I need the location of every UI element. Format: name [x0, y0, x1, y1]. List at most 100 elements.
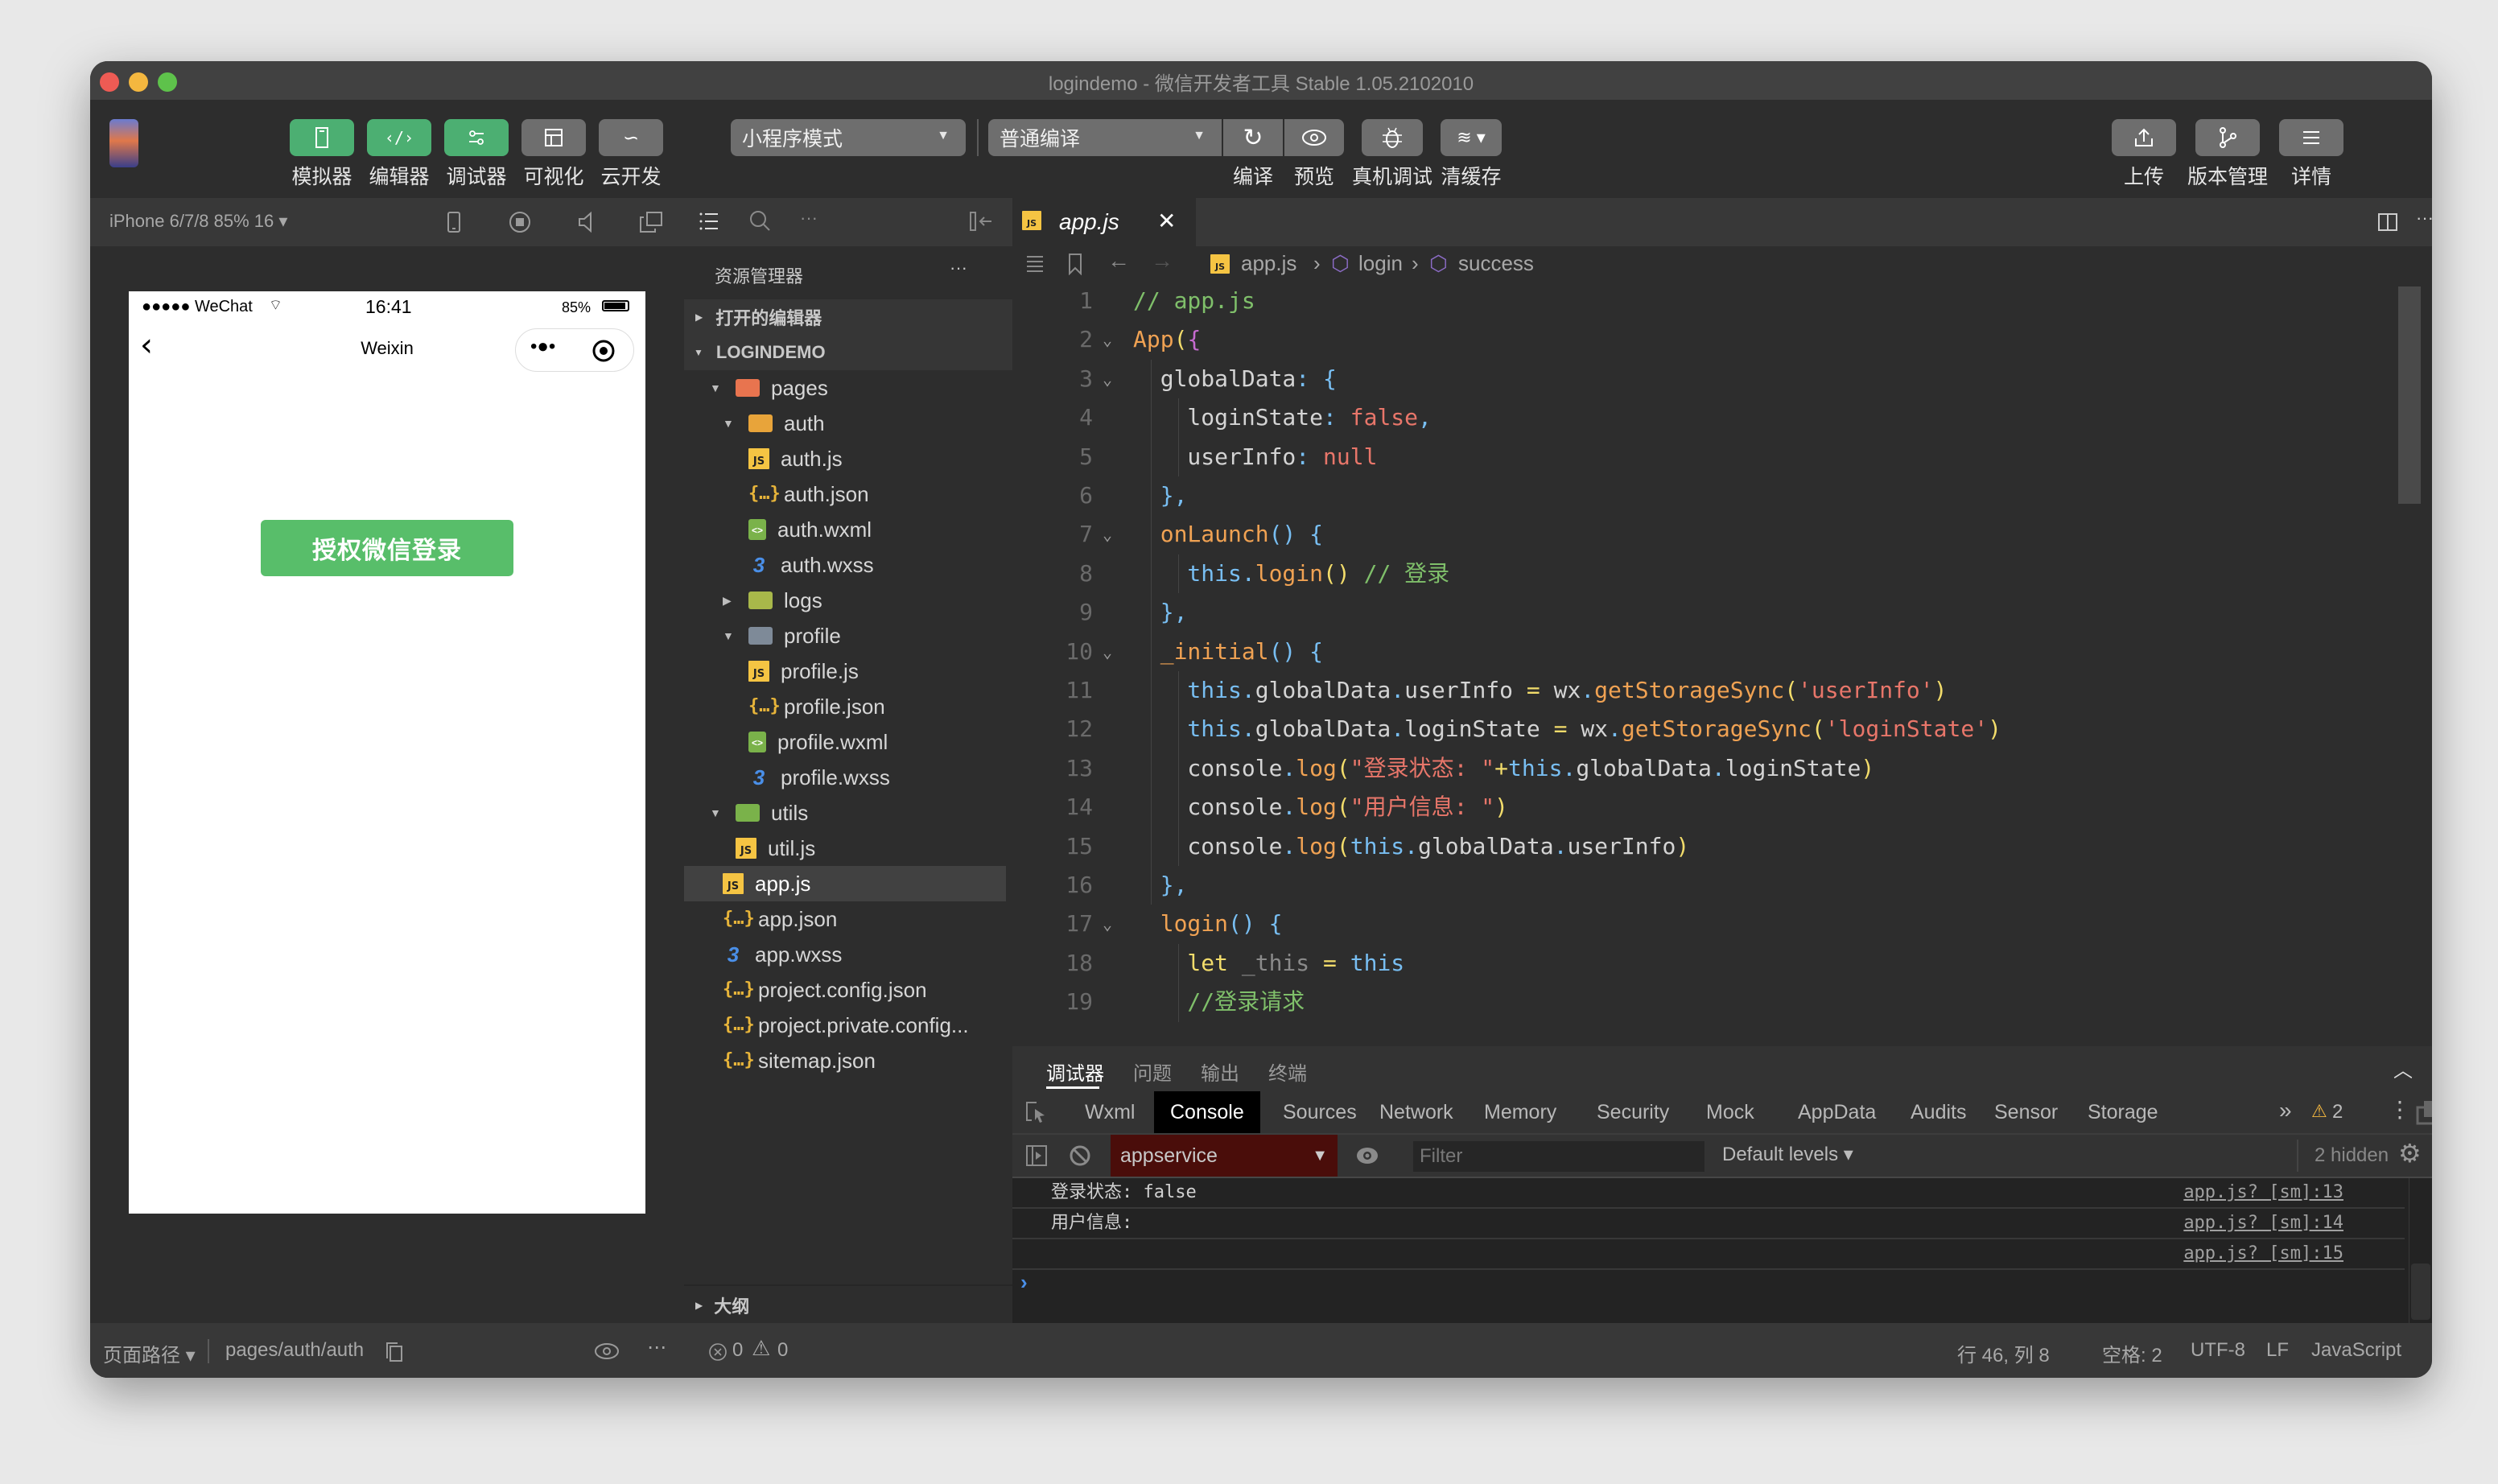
code-line[interactable]: 9 }, [1012, 593, 2381, 632]
devtools-tab-wxml[interactable]: Wxml [1069, 1091, 1151, 1133]
warning-count[interactable]: 0 [777, 1339, 788, 1362]
devtools-tab-mock[interactable]: Mock [1690, 1091, 1770, 1133]
code-line[interactable]: 17 ⌄ login() { [1012, 905, 2381, 943]
caret-down-icon[interactable]: ▼ [723, 629, 736, 642]
code-line[interactable]: 12 this.globalData.loginState = wx.getSt… [1012, 710, 2381, 748]
code-line[interactable]: 11 this.globalData.userInfo = wx.getStor… [1012, 671, 2381, 710]
tree-item[interactable]: ▼ auth [684, 406, 1006, 441]
more-icon[interactable]: ··· [800, 208, 818, 229]
outline-section[interactable]: ▶ 大纲 [684, 1284, 1012, 1325]
page-path-select[interactable]: 页面路径 ▾ [103, 1339, 196, 1367]
code-line[interactable]: 4 loginState: false, [1012, 398, 2381, 437]
tree-item[interactable]: {…} profile.json [684, 689, 1006, 724]
tab-terminal[interactable]: 终端 [1268, 1057, 1307, 1086]
back-arrow-icon[interactable]: ← [1107, 248, 1130, 274]
more-icon[interactable]: ⋯ [647, 1336, 666, 1359]
open-editors-section[interactable]: ▶ 打开的编辑器 [684, 299, 1012, 335]
tree-item[interactable]: ▼ pages [684, 370, 1006, 406]
code-line[interactable]: 8 this.login() // 登录 [1012, 554, 2381, 593]
more-dots-icon[interactable]: •●• [530, 336, 555, 358]
dock-icon[interactable] [2416, 1099, 2432, 1125]
tree-item[interactable]: 3 auth.wxss [684, 547, 1006, 583]
log-source-link[interactable]: app.js? [sm]:15 [2183, 1239, 2343, 1268]
cloud-dev-button[interactable]: ∽ [599, 119, 663, 156]
code-line[interactable]: 16 }, [1012, 866, 2381, 905]
tree-item[interactable]: {…} project.config.json [684, 972, 1006, 1008]
log-source-link[interactable]: app.js? [sm]:13 [2183, 1178, 2343, 1207]
search-icon[interactable] [748, 209, 771, 232]
fold-chevron-icon[interactable]: ⌄ [1103, 633, 1112, 671]
details-button[interactable] [2279, 119, 2343, 156]
explorer-more-icon[interactable]: ··· [950, 258, 967, 278]
tree-item[interactable]: {…} project.private.config... [684, 1008, 1006, 1043]
volume-icon[interactable] [576, 211, 596, 233]
code-line[interactable]: 10 ⌄ _initial() { [1012, 633, 2381, 671]
stop-record-icon[interactable] [509, 211, 531, 233]
remote-debug-button[interactable] [1362, 119, 1423, 156]
bookmark-icon[interactable] [1067, 253, 1083, 275]
user-avatar[interactable] [109, 119, 138, 167]
tree-item[interactable]: <> auth.wxml [684, 512, 1006, 547]
tree-item[interactable]: {…} app.json [684, 901, 1006, 937]
fold-chevron-icon[interactable]: ⌄ [1103, 320, 1112, 359]
preview-button[interactable] [1284, 119, 1344, 156]
visual-toggle-button[interactable] [521, 119, 586, 156]
editor-more-icon[interactable]: ··· [2416, 208, 2432, 229]
tree-item[interactable]: ▼ profile [684, 618, 1006, 653]
tree-item[interactable]: ▼ utils [684, 795, 1006, 831]
cursor-position[interactable]: 行 46, 列 8 [1957, 1339, 2050, 1367]
code-line[interactable]: 13 console.log("登录状态: "+this.globalData.… [1012, 749, 2381, 788]
context-select[interactable]: appservice ▼ [1111, 1135, 1338, 1177]
code-line[interactable]: 3 ⌄ globalData: { [1012, 360, 2381, 398]
devtools-tab-console[interactable]: Console [1154, 1091, 1260, 1133]
upload-button[interactable] [2112, 119, 2176, 156]
caret-down-icon[interactable]: ▼ [710, 806, 723, 819]
console-prompt-icon[interactable]: › [1020, 1270, 1028, 1295]
breadcrumb-file[interactable]: app.js [1241, 251, 1296, 276]
debugger-toggle-button[interactable] [444, 119, 509, 156]
wechat-login-button[interactable]: 授权微信登录 [261, 520, 513, 576]
simulator-toggle-button[interactable] [290, 119, 354, 156]
tab-output[interactable]: 输出 [1201, 1057, 1239, 1086]
tab-app-js[interactable]: JS app.js ✕ [1012, 198, 1196, 246]
kebab-menu-icon[interactable]: ⋮ [2389, 1096, 2411, 1123]
clear-console-icon[interactable] [1069, 1144, 1091, 1167]
console-scrollbar-track[interactable] [2409, 1178, 2432, 1323]
maximize-panel-icon[interactable]: ︿ [2393, 1054, 2413, 1082]
fold-chevron-icon[interactable]: ⌄ [1103, 360, 1112, 398]
log-source-link[interactable]: app.js? [sm]:14 [2183, 1209, 2343, 1238]
forward-arrow-icon[interactable]: → [1151, 248, 1173, 274]
code-line[interactable]: 7 ⌄ onLaunch() { [1012, 515, 2381, 554]
list-icon[interactable] [1025, 254, 1045, 272]
caret-down-icon[interactable]: ▼ [723, 417, 736, 430]
code-line[interactable]: 19 //登录请求 [1012, 983, 2381, 1021]
tree-item[interactable]: 3 app.wxss [684, 937, 1006, 972]
devtools-tab-security[interactable]: Security [1581, 1091, 1685, 1133]
tree-item[interactable]: JS auth.js [684, 441, 1006, 476]
code-line[interactable]: 5 userInfo: null [1012, 438, 2381, 476]
sidebar-toggle-icon[interactable] [1025, 1144, 1048, 1167]
copy-icon[interactable] [385, 1341, 404, 1363]
indent-spaces[interactable]: 空格: 2 [2102, 1339, 2162, 1367]
fold-chevron-icon[interactable]: ⌄ [1103, 515, 1112, 554]
console-filter-input[interactable]: Filter [1413, 1141, 1704, 1172]
devtools-tab-storage[interactable]: Storage [2071, 1091, 2174, 1133]
breadcrumb-login[interactable]: login [1358, 251, 1403, 276]
devtools-tab-sensor[interactable]: Sensor [1978, 1091, 2074, 1133]
devtools-tab-audits[interactable]: Audits [1894, 1091, 1982, 1133]
settings-gear-icon[interactable]: ⚙ [2398, 1138, 2422, 1169]
line-ending[interactable]: LF [2266, 1339, 2289, 1362]
list-icon[interactable] [699, 211, 719, 232]
code-line[interactable]: 2 ⌄ App({ [1012, 320, 2381, 359]
live-expression-eye-icon[interactable] [1355, 1146, 1379, 1165]
language-mode[interactable]: JavaScript [2311, 1339, 2401, 1362]
encoding[interactable]: UTF-8 [2191, 1339, 2245, 1362]
device-select[interactable]: iPhone 6/7/8 85% 16 ▾ [109, 211, 287, 232]
devtools-tab-network[interactable]: Network [1363, 1091, 1470, 1133]
eye-icon[interactable] [594, 1342, 620, 1360]
more-tabs-icon[interactable]: » [2279, 1098, 2292, 1123]
tree-item[interactable]: {…} sitemap.json [684, 1043, 1006, 1078]
detach-window-icon[interactable] [639, 211, 663, 233]
project-section[interactable]: ▼ LOGINDEMO [684, 335, 1012, 370]
editor-scrollbar[interactable] [2398, 286, 2421, 504]
